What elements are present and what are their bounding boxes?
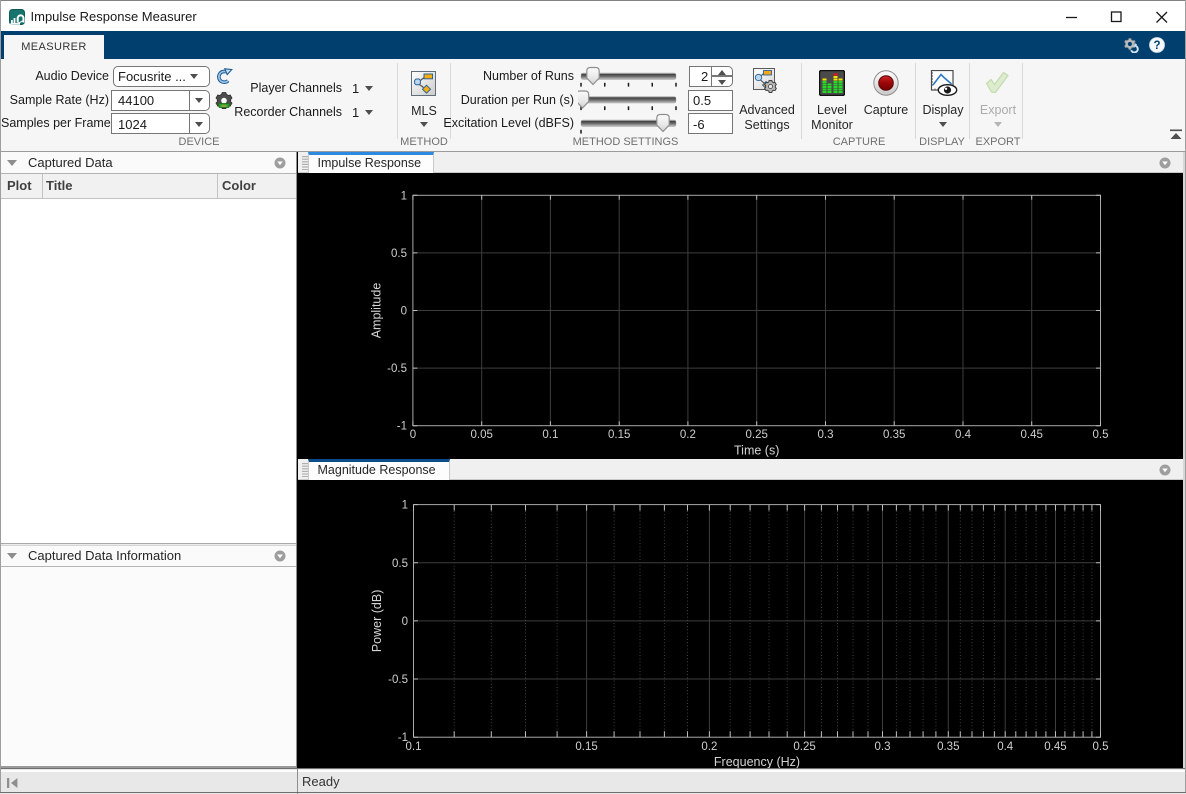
svg-text:1: 1	[402, 500, 408, 512]
svg-text:0.5: 0.5	[392, 558, 408, 570]
svg-text:-0.5: -0.5	[387, 363, 407, 375]
svg-text:Power (dB): Power (dB)	[370, 590, 384, 653]
svg-text:Time (s): Time (s)	[734, 444, 779, 458]
svg-text:0.35: 0.35	[937, 741, 959, 753]
svg-text:-0.5: -0.5	[388, 674, 408, 686]
svg-text:0.35: 0.35	[883, 429, 905, 441]
svg-text:0.3: 0.3	[818, 429, 834, 441]
svg-text:0.15: 0.15	[608, 429, 630, 441]
svg-text:0.5: 0.5	[391, 248, 407, 260]
svg-text:0.2: 0.2	[680, 429, 696, 441]
svg-text:-1: -1	[398, 732, 408, 744]
svg-text:Frequency (Hz): Frequency (Hz)	[714, 755, 800, 768]
svg-text:0.45: 0.45	[1021, 429, 1043, 441]
svg-text:0.5: 0.5	[1093, 429, 1109, 441]
svg-text:0.45: 0.45	[1044, 741, 1066, 753]
svg-text:Amplitude: Amplitude	[370, 283, 384, 339]
svg-text:-1: -1	[397, 421, 407, 433]
svg-text:0.25: 0.25	[746, 429, 768, 441]
svg-text:?: ?	[1153, 40, 1160, 52]
svg-text:0.1: 0.1	[542, 429, 558, 441]
svg-text:0.2: 0.2	[701, 741, 717, 753]
svg-text:0.5: 0.5	[1093, 741, 1109, 753]
svg-text:0: 0	[401, 306, 407, 318]
svg-text:0.4: 0.4	[997, 741, 1014, 753]
svg-text:0.25: 0.25	[793, 741, 815, 753]
svg-text:0: 0	[410, 429, 416, 441]
svg-text:0.15: 0.15	[575, 741, 597, 753]
svg-text:0.4: 0.4	[955, 429, 972, 441]
svg-text:0: 0	[402, 616, 408, 628]
svg-text:1: 1	[401, 190, 407, 202]
svg-text:0.3: 0.3	[875, 741, 891, 753]
svg-text:0.05: 0.05	[471, 429, 493, 441]
